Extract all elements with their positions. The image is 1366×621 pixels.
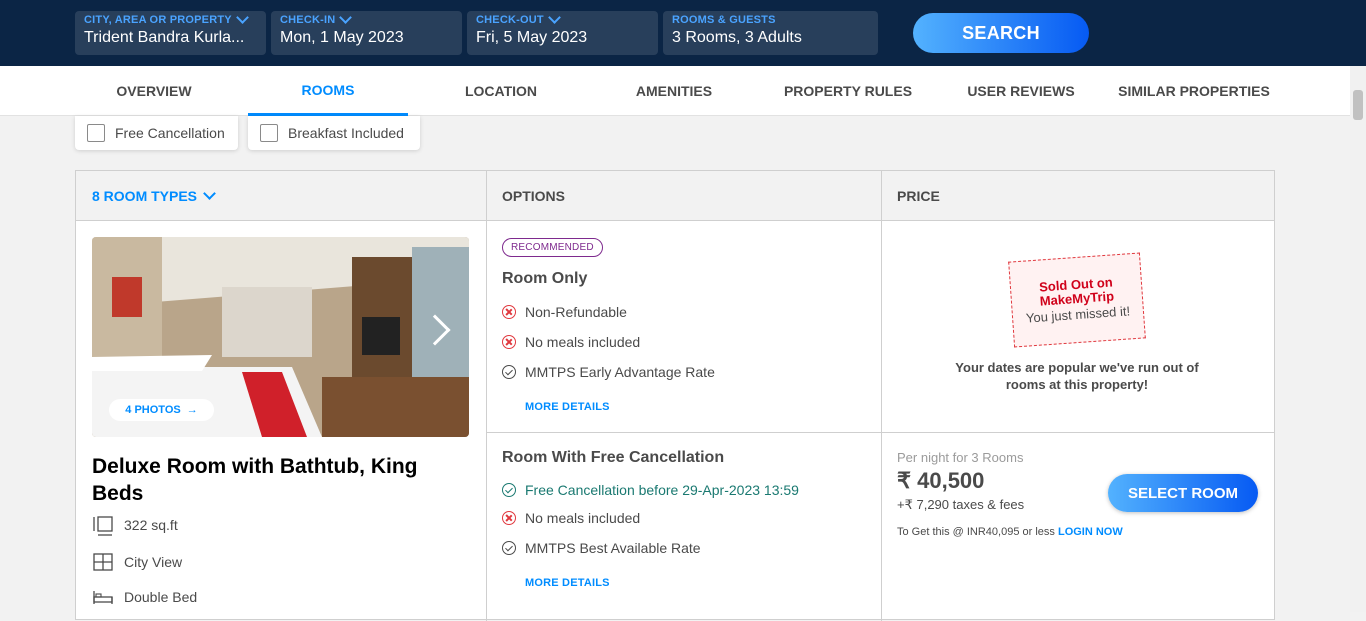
check-circle-icon	[502, 541, 516, 555]
column-divider	[486, 171, 487, 621]
row-divider	[486, 432, 1275, 433]
city-field-value: Trident Bandra Kurla...	[84, 29, 245, 46]
option-title: Room With Free Cancellation	[502, 449, 725, 466]
checkin-field[interactable]: CHECK-IN Mon, 1 May 2023	[271, 11, 462, 55]
price-column-header: PRICE	[897, 188, 940, 204]
photos-button[interactable]: 4 PHOTOS →	[109, 399, 214, 421]
breakfast-included-checkbox[interactable]	[260, 124, 278, 142]
option-detail-text: No meals included	[525, 510, 641, 526]
city-field-label: CITY, AREA OR PROPERTY	[84, 14, 232, 26]
option-detail-text: Non-Refundable	[525, 304, 627, 320]
room-price: ₹ 40,500	[897, 468, 985, 493]
checkout-field-value: Fri, 5 May 2023	[476, 29, 588, 46]
window-view-icon	[92, 552, 114, 572]
city-field[interactable]: CITY, AREA OR PROPERTY Trident Bandra Ku…	[75, 11, 266, 55]
room-feature: Double Bed	[92, 587, 197, 607]
cross-circle-icon	[502, 511, 516, 525]
sold-out-stamp: Sold Out on MakeMyTrip You just missed i…	[1008, 252, 1146, 348]
filter-breakfast-included[interactable]: Breakfast Included	[248, 116, 420, 150]
chevron-down-icon	[547, 11, 561, 24]
tab-location[interactable]: LOCATION	[421, 66, 581, 116]
filter-free-cancellation[interactable]: Free Cancellation	[75, 116, 238, 150]
option-detail: No meals included	[502, 510, 640, 526]
option-detail: Non-Refundable	[502, 304, 627, 320]
room-name: Deluxe Room with Bathtub, King Beds	[92, 455, 418, 505]
checkin-field-label: CHECK-IN	[280, 14, 336, 26]
recommended-badge: RECOMMENDED	[502, 238, 603, 257]
option-detail-text: Free Cancellation before 29-Apr-2023 13:…	[525, 482, 799, 498]
photos-count: 4 PHOTOS	[125, 404, 181, 416]
table-header: 8 ROOM TYPES OPTIONS PRICE	[76, 171, 1274, 221]
room-feature-label: Double Bed	[124, 589, 198, 605]
room-feature-label: City View	[124, 554, 183, 570]
option-title: Room Only	[502, 270, 588, 287]
login-offer: To Get this @ INR40,095 or less LOGIN NO…	[897, 526, 1123, 538]
options-column-header: OPTIONS	[502, 188, 566, 204]
login-offer-text: To Get this @ INR40,095 or less	[897, 526, 1055, 538]
tab-property-rules[interactable]: PROPERTY RULES	[768, 66, 928, 116]
column-divider	[881, 171, 882, 621]
arrow-right-icon: →	[186, 404, 198, 416]
checkout-field-label: CHECK-OUT	[476, 14, 544, 26]
cross-circle-icon	[502, 305, 516, 319]
room-feature: 322 sq.ft	[92, 515, 178, 536]
rooms-guests-field-value: 3 Rooms, 3 Adults	[672, 29, 802, 46]
rooms-guests-field-label: ROOMS & GUESTS	[672, 14, 776, 26]
more-details-link[interactable]: MORE DETAILS	[525, 401, 610, 413]
tab-similar-properties[interactable]: SIMILAR PROPERTIES	[1114, 66, 1274, 116]
tab-amenities[interactable]: AMENITIES	[594, 66, 754, 116]
tab-rooms[interactable]: ROOMS	[248, 66, 408, 116]
area-icon	[92, 515, 114, 536]
search-button[interactable]: SEARCH	[913, 13, 1089, 53]
taxes-fees: +₹ 7,290 taxes & fees	[897, 497, 1025, 512]
option-detail: No meals included	[502, 334, 640, 350]
login-now-link[interactable]: LOGIN NOW	[1058, 526, 1123, 538]
option-detail: MMTPS Early Advantage Rate	[502, 364, 715, 380]
room-types-label: 8 ROOM TYPES	[92, 188, 198, 204]
select-room-button[interactable]: SELECT ROOM	[1108, 474, 1258, 512]
checkout-field[interactable]: CHECK-OUT Fri, 5 May 2023	[467, 11, 658, 55]
rooms-table: 8 ROOM TYPES OPTIONS PRICE 4 PHOTOS → De…	[75, 170, 1275, 621]
free-cancellation-checkbox[interactable]	[87, 124, 105, 142]
page-scrollbar[interactable]	[1350, 66, 1366, 612]
bed-icon	[92, 587, 114, 607]
check-circle-icon	[502, 483, 516, 497]
option-detail-text: No meals included	[525, 334, 641, 350]
more-details-link[interactable]: MORE DETAILS	[525, 577, 610, 589]
room-feature: City View	[92, 552, 182, 572]
option-detail-text: MMTPS Early Advantage Rate	[525, 364, 715, 380]
filter-label: Free Cancellation	[115, 125, 225, 141]
tab-user-reviews[interactable]: USER REVIEWS	[941, 66, 1101, 116]
room-photo[interactable]: 4 PHOTOS →	[92, 237, 469, 437]
cross-circle-icon	[502, 335, 516, 349]
search-bar: CITY, AREA OR PROPERTY Trident Bandra Ku…	[0, 0, 1366, 66]
rooms-guests-field[interactable]: ROOMS & GUESTS 3 Rooms, 3 Adults	[663, 11, 878, 55]
option-detail: Free Cancellation before 29-Apr-2023 13:…	[502, 482, 799, 498]
option-detail-text: MMTPS Best Available Rate	[525, 540, 701, 556]
checkin-field-value: Mon, 1 May 2023	[280, 29, 404, 46]
tab-overview[interactable]: OVERVIEW	[74, 66, 234, 116]
room-types-dropdown[interactable]: 8 ROOM TYPES	[76, 171, 216, 221]
room-feature-label: 322 sq.ft	[124, 517, 178, 533]
sold-out-message: Your dates are popular we've run out of …	[955, 360, 1199, 392]
chevron-down-icon	[203, 187, 216, 200]
section-tabs: OVERVIEW ROOMS LOCATION AMENITIES PROPER…	[0, 66, 1350, 116]
chevron-down-icon	[339, 11, 353, 24]
chevron-down-icon	[235, 11, 249, 24]
filter-label: Breakfast Included	[288, 125, 404, 141]
option-detail: MMTPS Best Available Rate	[502, 540, 701, 556]
per-night-label: Per night for 3 Rooms	[897, 450, 1024, 465]
check-circle-icon	[502, 365, 516, 379]
scrollbar-thumb[interactable]	[1353, 90, 1363, 120]
